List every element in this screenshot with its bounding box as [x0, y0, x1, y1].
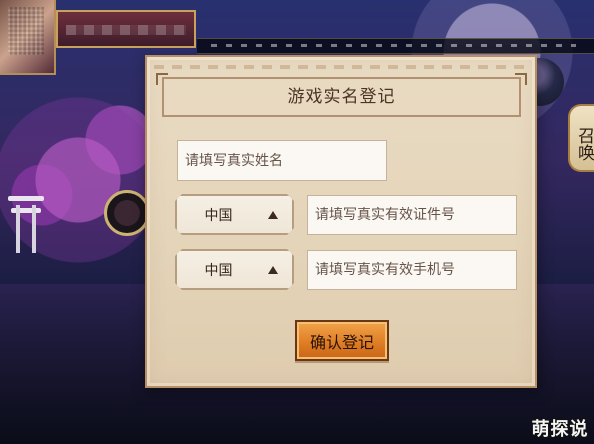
player-name-bar	[56, 10, 196, 48]
watermark-label: 萌探说	[531, 419, 589, 440]
id-country-select[interactable]: 中国	[175, 194, 294, 235]
game-background: 召唤 游戏实名登记 中国 中国 确认登记 萌探说	[0, 0, 594, 444]
phone-country-label: 中国	[204, 262, 233, 279]
id-number-input[interactable]	[307, 195, 517, 235]
top-status-strip	[197, 38, 594, 54]
confirm-registration-button[interactable]: 确认登记	[295, 320, 389, 361]
torii-left-post	[16, 205, 20, 253]
phone-number-input[interactable]	[307, 250, 517, 290]
dialog-title: 游戏实名登记	[287, 87, 396, 107]
player-avatar	[0, 0, 56, 75]
real-name-registration-dialog: 游戏实名登记 中国 中国 确认登记	[145, 55, 537, 388]
real-name-input[interactable]	[177, 140, 387, 181]
triangle-up-icon	[268, 266, 278, 274]
phone-country-select[interactable]: 中国	[175, 249, 294, 290]
torii-right-post	[32, 205, 36, 253]
torii-top-beam	[8, 196, 44, 201]
dialog-title-box: 游戏实名登记	[156, 73, 527, 117]
side-summon-button[interactable]: 召唤	[568, 104, 594, 172]
triangle-up-icon	[268, 211, 278, 219]
id-country-label: 中国	[204, 207, 233, 224]
torii-gate-icon	[8, 196, 44, 254]
